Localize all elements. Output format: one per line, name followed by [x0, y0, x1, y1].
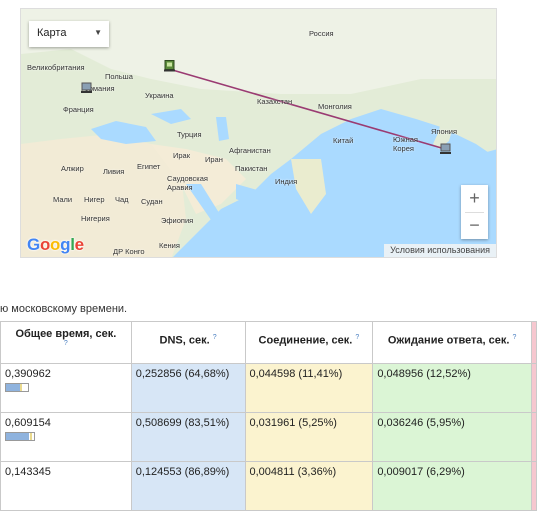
cell-extra [530, 412, 537, 462]
label-kazakhstan: Казахстан [257, 97, 293, 106]
label-turkey: Турция [177, 130, 202, 139]
cell-total: 0,390962 [0, 363, 132, 413]
route-map[interactable]: Карта ▼ Россия Великобритания Польша Гер… [20, 8, 497, 258]
timing-bar [5, 383, 29, 392]
label-france: Франция [63, 105, 94, 114]
timezone-caption: ю московскому времени. [0, 303, 128, 315]
label-afghanistan: Афганистан [229, 146, 271, 155]
label-mongolia: Монголия [318, 102, 352, 111]
label-chad: Чад [115, 195, 129, 204]
probe-marker-icon[interactable] [440, 143, 451, 155]
label-libya: Ливия [103, 167, 125, 176]
table-row: 0,143345 0,124553 (86,89%) 0,004811 (3,3… [0, 461, 537, 511]
cell-wait: 0,036246 (5,95%) [372, 412, 532, 462]
cell-wait: 0,009017 (6,29%) [372, 461, 532, 511]
header-extra [530, 321, 537, 364]
table-row: 0,390962 0,252856 (64,68%) 0,044598 (11,… [0, 363, 537, 413]
label-south-korea: Южная Корея [393, 135, 418, 153]
terms-link[interactable]: Условия использования [384, 244, 496, 257]
cell-connect: 0,044598 (11,41%) [244, 363, 374, 413]
label-egypt: Египет [137, 162, 161, 171]
help-icon[interactable]: ? [355, 334, 359, 341]
label-pakistan: Пакистан [235, 164, 268, 173]
timing-bar [5, 432, 35, 441]
cell-wait: 0,048956 (12,52%) [372, 363, 532, 413]
label-iran: Иран [205, 155, 223, 164]
cell-dns: 0,124553 (86,89%) [130, 461, 246, 511]
label-iraq: Ирак [173, 151, 191, 160]
zoom-out-button[interactable]: − [461, 212, 488, 239]
label-niger: Нигер [84, 195, 105, 204]
help-icon[interactable]: ? [213, 334, 217, 341]
cell-extra [530, 461, 537, 511]
header-wait: Ожидание ответа, сек. ? [372, 321, 532, 364]
header-total: Общее время, сек.? [0, 321, 132, 364]
label-india: Индия [275, 177, 298, 186]
probe-marker-icon[interactable] [81, 82, 92, 94]
cell-total: 0,143345 [0, 461, 132, 511]
map-type-dropdown[interactable]: Карта ▼ [29, 21, 109, 47]
server-marker-icon[interactable] [164, 60, 175, 72]
cell-dns: 0,252856 (64,68%) [130, 363, 246, 413]
label-ukraine: Украина [145, 91, 174, 100]
label-mali: Мали [53, 195, 73, 204]
label-poland: Польша [105, 72, 133, 81]
zoom-control: + − [461, 185, 488, 239]
help-icon[interactable]: ? [64, 340, 68, 347]
label-kenya: Кения [159, 241, 180, 250]
header-connect: Соединение, сек. ? [244, 321, 374, 364]
label-algeria: Алжир [61, 164, 84, 173]
label-saudi-arabia: Саудовская Аравия [167, 174, 208, 192]
label-sudan: Судан [141, 197, 163, 206]
label-uk: Великобритания [27, 63, 85, 72]
cell-extra [530, 363, 537, 413]
label-china: Китай [333, 136, 354, 145]
label-drc: ДР Конго [113, 247, 145, 256]
label-nigeria: Нигерия [81, 214, 110, 223]
cell-dns: 0,508699 (83,51%) [130, 412, 246, 462]
label-ethiopia: Эфиопия [161, 216, 194, 225]
cell-connect: 0,004811 (3,36%) [244, 461, 374, 511]
help-icon[interactable]: ? [513, 334, 517, 341]
table-row: 0,609154 0,508699 (83,51%) 0,031961 (5,2… [0, 412, 537, 462]
table-header-row: Общее время, сек.? DNS, сек. ? Соединени… [0, 321, 537, 364]
google-logo[interactable]: Google [27, 235, 84, 255]
map-type-label: Карта [37, 27, 67, 39]
label-japan: Япония [431, 127, 458, 136]
header-dns: DNS, сек. ? [130, 321, 246, 364]
zoom-in-button[interactable]: + [461, 185, 488, 212]
chevron-down-icon: ▼ [94, 28, 102, 37]
cell-connect: 0,031961 (5,25%) [244, 412, 374, 462]
timing-table: Общее время, сек.? DNS, сек. ? Соединени… [0, 321, 537, 511]
cell-total: 0,609154 [0, 412, 132, 462]
label-russia: Россия [309, 29, 334, 38]
